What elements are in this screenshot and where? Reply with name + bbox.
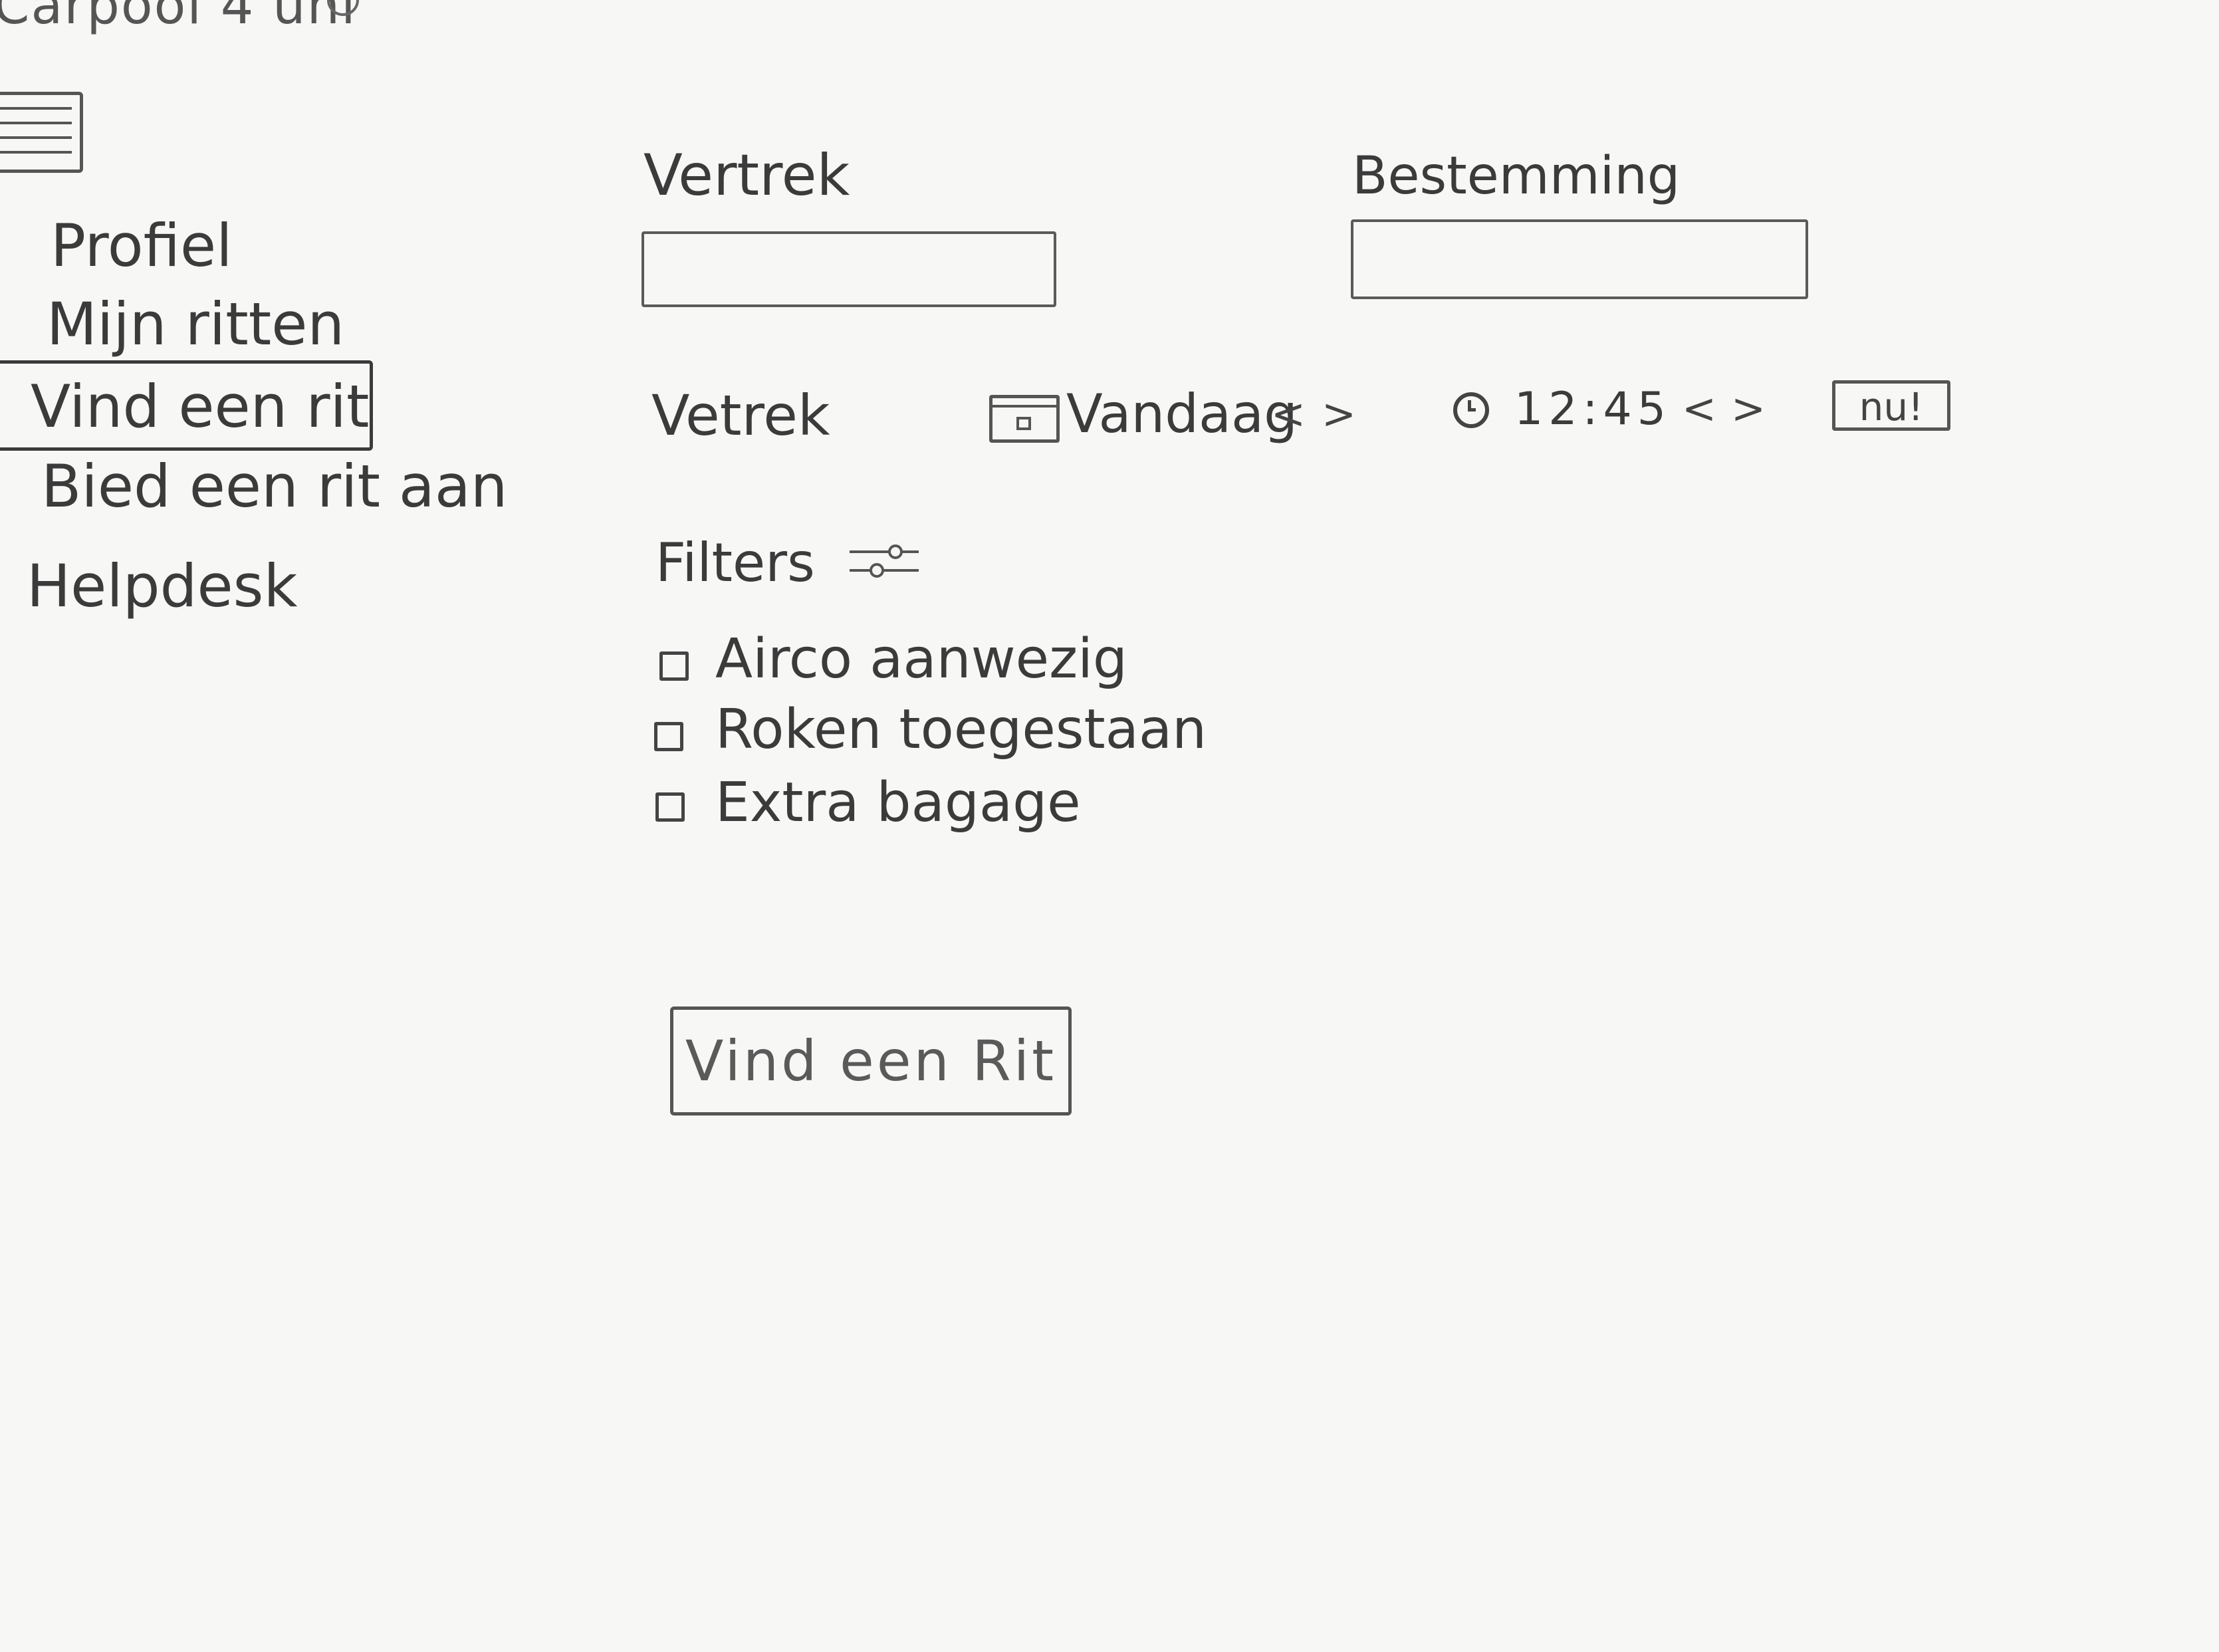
date-value[interactable]: Vandaag [1066,383,1298,445]
app-title: Carpool 4 uni [0,0,357,36]
sliders-icon[interactable] [850,544,919,581]
calendar-icon[interactable] [989,395,1060,443]
airco-checkbox[interactable] [659,651,689,681]
hamburger-menu-icon[interactable] [0,92,83,173]
find-ride-button[interactable]: Vind een Rit [670,1006,1072,1116]
departure-input[interactable] [642,231,1056,307]
bagage-checkbox[interactable] [655,792,685,822]
roken-option-label: Roken toegestaan [715,698,1207,761]
clock-icon [1453,392,1489,428]
time-prev-button[interactable]: < [1682,384,1716,433]
departure-label: Vertrek [643,142,850,209]
sidebar-item-helpdesk[interactable]: Helpdesk [27,552,297,620]
time-value[interactable]: 12:45 [1514,383,1671,435]
date-prev-button[interactable]: < [1271,390,1306,438]
filters-label: Filters [655,532,815,594]
destination-label: Bestemming [1352,146,1681,206]
roken-checkbox[interactable] [654,722,683,751]
airco-option-label: Airco aanwezig [715,628,1127,691]
time-next-button[interactable]: > [1731,384,1766,433]
date-next-button[interactable]: > [1322,390,1356,438]
sidebar-item-profiel[interactable]: Profiel [51,211,233,280]
sidebar-item-bied-een-rit-aan[interactable]: Bied een rit aan [41,452,508,521]
departure-time-label: Vetrek [651,383,830,448]
sidebar-item-vind-een-rit[interactable]: Vind een rit [31,372,369,441]
destination-input[interactable] [1351,219,1808,299]
now-button[interactable]: nu! [1832,380,1950,431]
sidebar-item-mijn-ritten[interactable]: Mijn ritten [47,290,344,358]
bagage-option-label: Extra bagage [715,771,1081,834]
